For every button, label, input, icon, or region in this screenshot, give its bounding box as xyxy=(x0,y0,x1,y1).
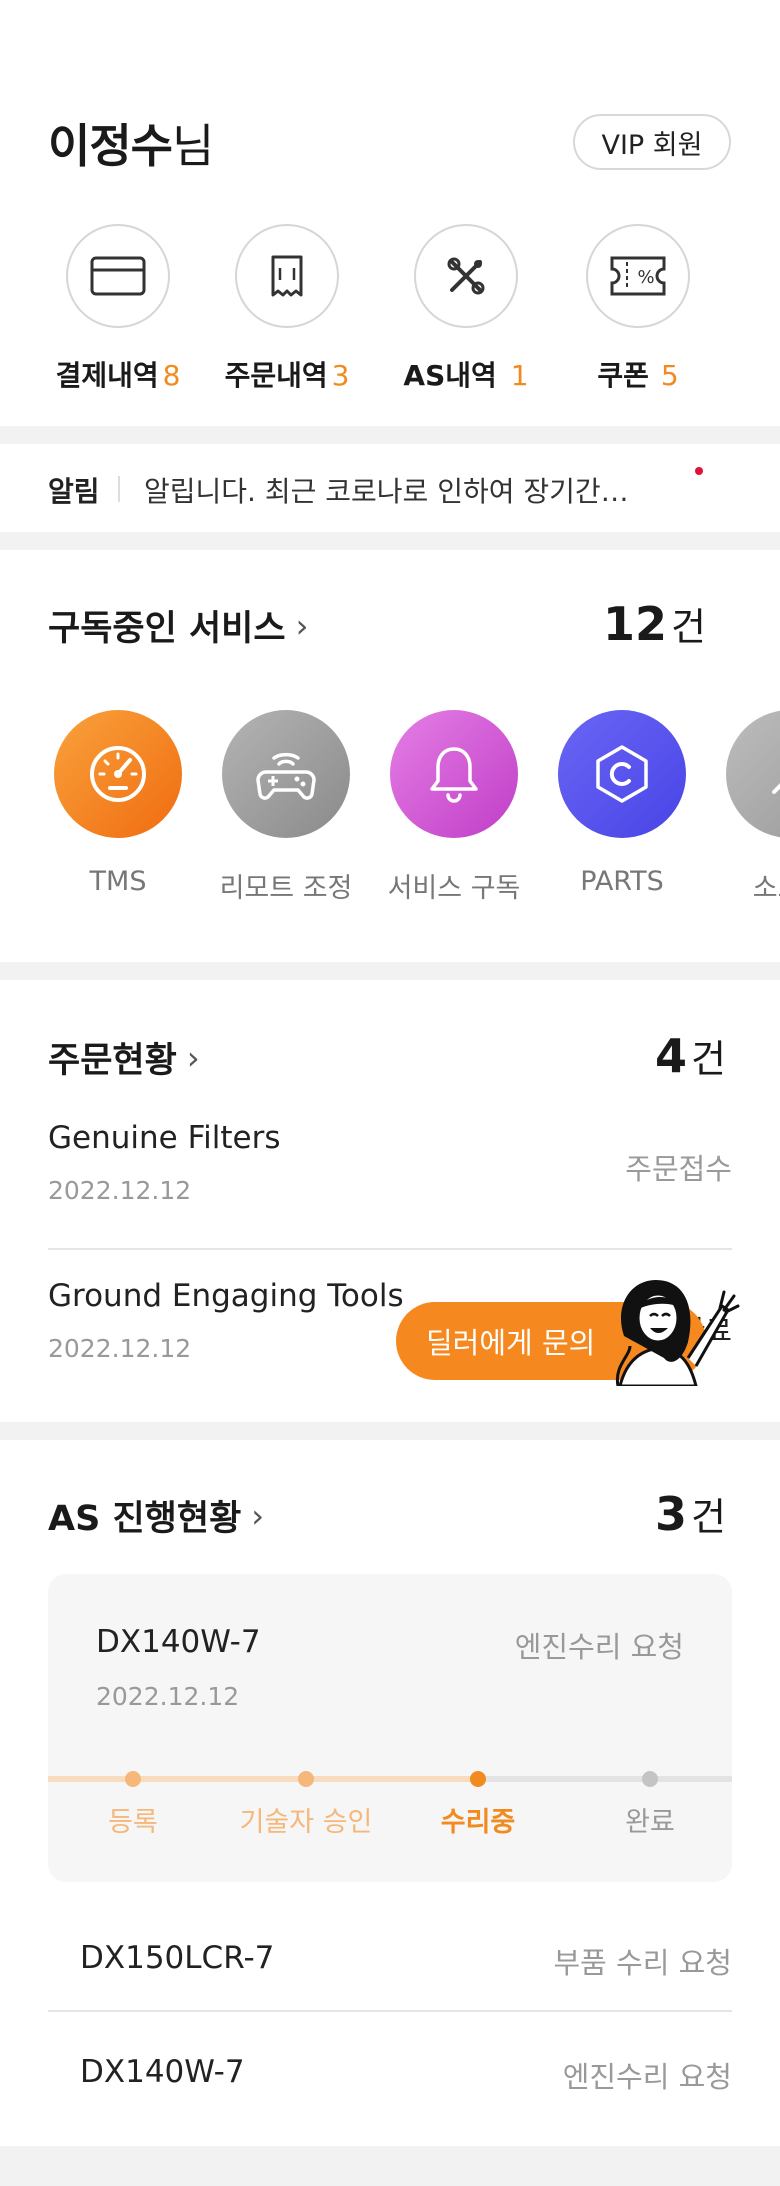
as-title-link[interactable]: AS 진행현황 › xyxy=(48,1490,264,1541)
receipt-icon xyxy=(235,224,339,328)
chevron-right-icon: › xyxy=(295,606,309,645)
as-model: DX140W-7 xyxy=(80,2054,245,2090)
progress-fill xyxy=(48,1776,478,1782)
service-remote[interactable]: 리모트 조정 xyxy=(202,710,370,905)
dealer-inquiry-label: 딜러에게 문의 xyxy=(426,1326,596,1360)
as-status-section: AS 진행현황 › 3건 DX140W-7 엔진수리 요청 2022.12.12 … xyxy=(0,1440,780,2146)
progress-step-label: 등록 xyxy=(108,1807,158,1838)
quick-menu-coupons[interactable]: % 쿠폰 5 xyxy=(548,224,728,394)
divider xyxy=(48,2010,732,2012)
notice-divider xyxy=(118,476,120,502)
order-name: Ground Engaging Tools xyxy=(48,1278,404,1314)
progress-dot xyxy=(298,1771,314,1787)
service-label: 리모트 조정 xyxy=(219,873,353,904)
progress-step-label: 기술자 승인 xyxy=(239,1807,373,1838)
order-title-link[interactable]: 주문현황 › xyxy=(48,1032,200,1083)
user-greeting: 이정수님 xyxy=(48,110,214,176)
section-title: AS 진행현황 xyxy=(48,1499,242,1539)
notice-text: 알립니다. 최근 코로나로 인하여 장기간… xyxy=(144,475,629,508)
as-count: 3건 xyxy=(655,1486,726,1541)
order-count: 4건 xyxy=(655,1028,726,1083)
chevron-right-icon: › xyxy=(251,1496,265,1535)
divider xyxy=(48,1248,732,1250)
notice-label: 알림 xyxy=(48,475,100,508)
service-label: TMS xyxy=(89,866,147,897)
order-name: Genuine Filters xyxy=(48,1120,281,1156)
quick-menu-label: AS내역 xyxy=(403,359,497,392)
hex-nut-icon xyxy=(558,710,686,838)
bell-icon xyxy=(390,710,518,838)
chevron-right-icon: › xyxy=(186,1038,200,1077)
as-request: 엔진수리 요청 xyxy=(514,1630,684,1664)
profile-header: 이정수님 VIP 회원 결제내역 8 주문내역 3 AS내역 1 % 쿠폰 5 xyxy=(0,0,780,426)
service-tms[interactable]: TMS xyxy=(34,710,202,897)
section-title: 구독중인 서비스 xyxy=(48,609,286,649)
service-consumables[interactable]: 소모품 xyxy=(706,710,780,905)
subscription-count: 12 건 xyxy=(603,596,706,651)
count-value: 4 xyxy=(655,1029,688,1083)
quick-menu-as[interactable]: AS내역 1 xyxy=(376,224,556,394)
as-date: 2022.12.12 xyxy=(96,1682,240,1711)
count-unit: 건 xyxy=(671,605,706,649)
quick-menu-count: 1 xyxy=(510,359,529,392)
quick-menu-count: 5 xyxy=(660,359,679,392)
quick-menu-orders[interactable]: 주문내역 3 xyxy=(197,224,377,394)
as-request: 부품 수리 요청 xyxy=(553,1946,732,1980)
service-label: 서비스 구독 xyxy=(387,873,521,904)
progress-dot xyxy=(470,1771,486,1787)
quick-menu-count: 3 xyxy=(331,359,350,392)
count-unit: 건 xyxy=(691,1495,726,1539)
count-unit: 건 xyxy=(691,1037,726,1081)
quick-menu-payments[interactable]: 결제내역 8 xyxy=(28,224,208,394)
service-subscription[interactable]: 서비스 구독 xyxy=(370,710,538,905)
progress-step-label: 수리중 xyxy=(440,1807,516,1838)
as-list-item[interactable]: DX150LCR-7 부품 수리 요청 xyxy=(0,1920,780,2010)
count-value: 12 xyxy=(603,597,668,651)
gauge-icon xyxy=(54,710,182,838)
progress-dot xyxy=(125,1771,141,1787)
section-title: 주문현황 xyxy=(48,1041,177,1081)
new-notice-dot xyxy=(695,467,703,475)
order-status: 주문접수 xyxy=(625,1152,732,1186)
order-status-section: 주문현황 › 4건 Genuine Filters 2022.12.12 주문접수… xyxy=(0,980,780,1422)
subscription-title-link[interactable]: 구독중인 서비스 › xyxy=(48,600,308,651)
service-parts[interactable]: PARTS xyxy=(538,710,706,897)
service-label: 소모품 xyxy=(752,873,780,904)
quick-menu-label: 주문내역 xyxy=(224,359,328,392)
count-value: 3 xyxy=(655,1487,688,1541)
quick-menu-label: 결제내역 xyxy=(55,359,159,392)
subscription-section: 구독중인 서비스› 12건 TMS 리모트 조정 서비스 구독 PARTS 소모… xyxy=(0,550,780,962)
membership-badge[interactable]: VIP 회원 xyxy=(573,114,731,170)
wrench-icon xyxy=(726,710,780,838)
notice-bar[interactable]: 알림 알립니다. 최근 코로나로 인하여 장기간… xyxy=(0,444,780,532)
as-request: 엔진수리 요청 xyxy=(562,2060,732,2094)
quick-menu-count: 8 xyxy=(162,359,181,392)
as-active-card[interactable]: DX140W-7 엔진수리 요청 2022.12.12 등록 기술자 승인 수리중 완… xyxy=(48,1574,732,1882)
order-date: 2022.12.12 xyxy=(48,1334,192,1363)
as-model: DX140W-7 xyxy=(96,1624,261,1660)
as-model: DX150LCR-7 xyxy=(80,1940,275,1976)
progress-step-label: 완료 xyxy=(625,1807,675,1838)
svg-text:%: % xyxy=(637,267,654,288)
woman-waving-illustration xyxy=(590,1266,750,1388)
order-row[interactable]: Genuine Filters 2022.12.12 주문접수 xyxy=(0,1120,780,1230)
tools-icon xyxy=(414,224,518,328)
coupon-icon: % xyxy=(586,224,690,328)
progress-dot xyxy=(642,1771,658,1787)
quick-menu-label: 쿠폰 xyxy=(597,359,649,392)
user-name-suffix: 님 xyxy=(171,119,214,173)
service-label: PARTS xyxy=(580,866,664,897)
credit-card-icon xyxy=(66,224,170,328)
gamepad-icon xyxy=(222,710,350,838)
user-name: 이정수 xyxy=(48,119,173,173)
as-list-item[interactable]: DX140W-7 엔진수리 요청 xyxy=(0,2036,780,2126)
order-date: 2022.12.12 xyxy=(48,1176,192,1205)
